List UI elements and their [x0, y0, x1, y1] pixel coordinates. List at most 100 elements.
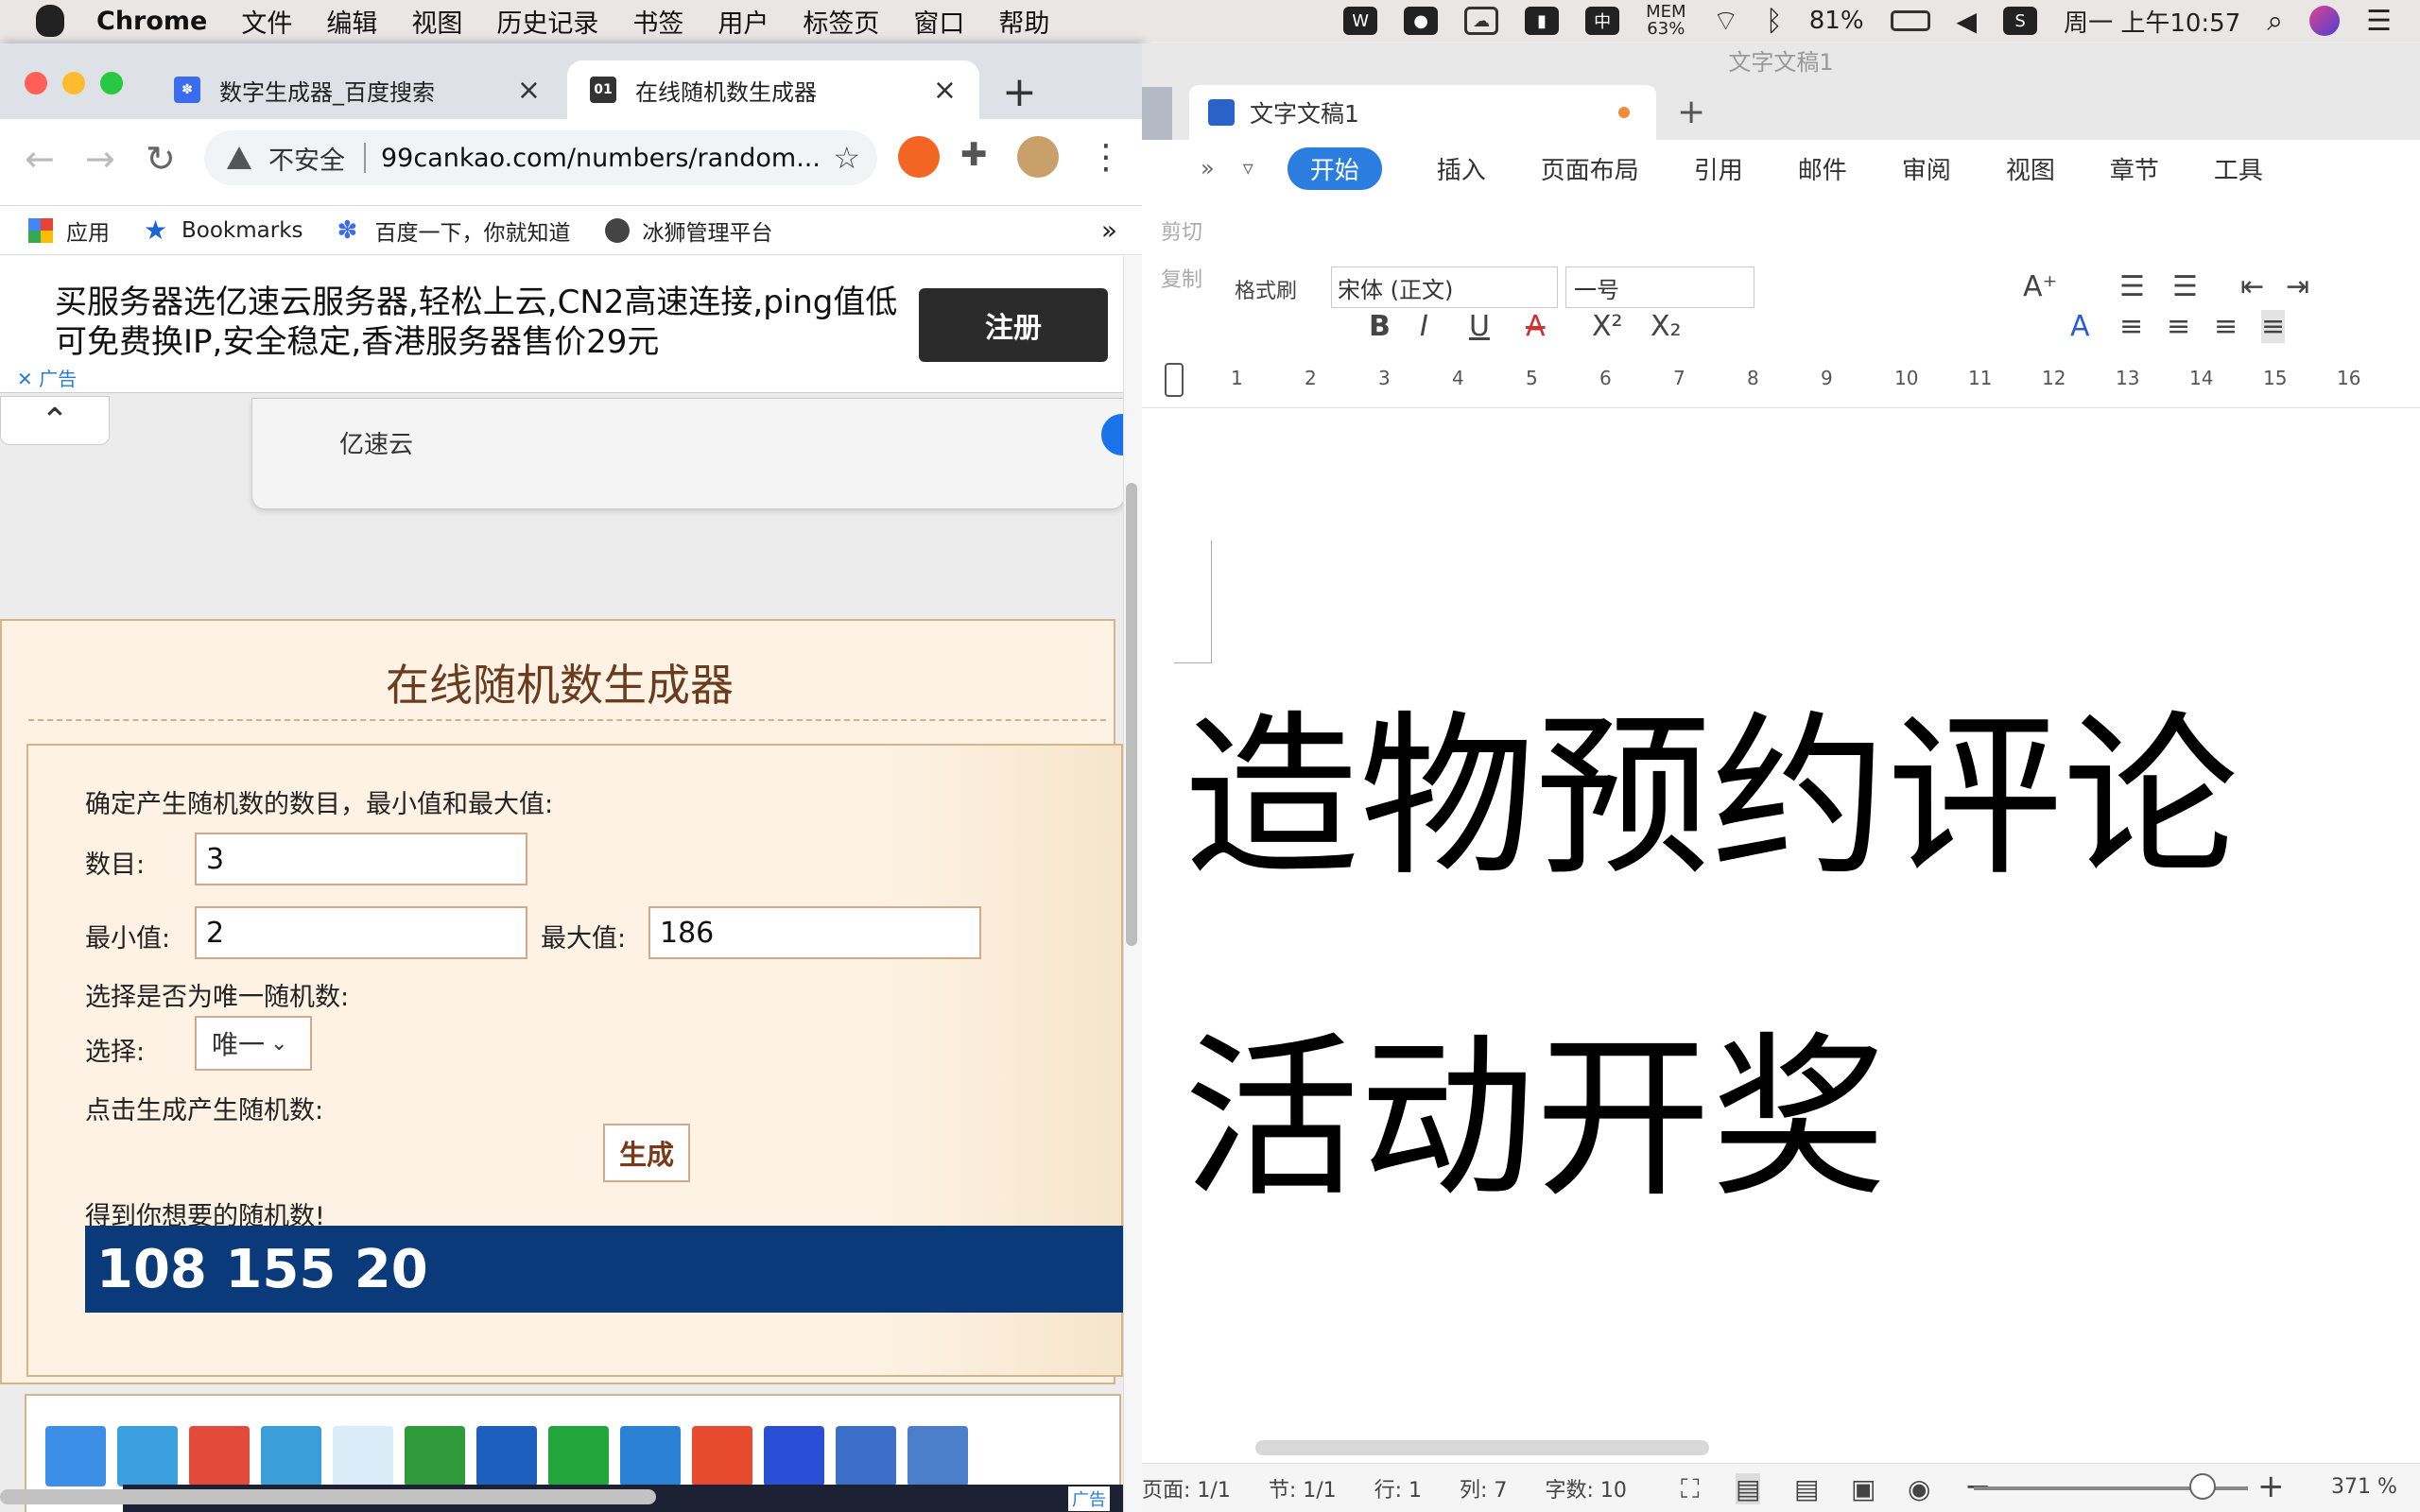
bold-icon[interactable]: B: [1369, 310, 1391, 343]
zoom-slider-knob[interactable]: [2189, 1473, 2216, 1500]
bottom-ad-label[interactable]: 广告: [1068, 1486, 1110, 1511]
sponsor-card[interactable]: 亿速云: [251, 398, 1125, 509]
decrease-indent-icon[interactable]: ⇤: [2240, 270, 2264, 303]
volume-icon[interactable]: ◀: [1957, 6, 1978, 37]
web-view-icon[interactable]: ▣: [1851, 1473, 1876, 1504]
indent-marker-icon[interactable]: [1165, 363, 1184, 397]
font-size-select[interactable]: 一号: [1565, 266, 1754, 308]
bullet-list-icon[interactable]: ☰: [2119, 270, 2145, 303]
zoom-in-icon[interactable]: +: [2257, 1468, 2285, 1505]
tab-baidu-search[interactable]: ✽ 数字生成器_百度搜索 ×: [151, 60, 563, 119]
horizontal-scroll-thumb[interactable]: [0, 1489, 656, 1504]
ribbon-tab-tools[interactable]: 工具: [2214, 151, 2273, 186]
font-family-select[interactable]: 宋体 (正文): [1331, 266, 1558, 308]
minimize-window-button[interactable]: [62, 72, 85, 94]
share-print-icon[interactable]: [908, 1426, 968, 1486]
bookmark-star-icon[interactable]: ☆: [833, 140, 860, 176]
align-left-icon[interactable]: ≡: [2119, 310, 2143, 343]
ad-register-button[interactable]: 注册: [919, 288, 1108, 362]
notification-center-icon[interactable]: ☰: [2366, 5, 2392, 38]
share-tieba-icon[interactable]: [836, 1426, 896, 1486]
apple-icon[interactable]: [36, 5, 64, 37]
ribbon-tab-chapter[interactable]: 章节: [2110, 151, 2159, 186]
align-center-icon[interactable]: ≡: [2167, 310, 2190, 343]
menu-window[interactable]: 窗口: [913, 3, 964, 40]
outline-view-icon[interactable]: ▤: [1794, 1473, 1819, 1504]
ribbon-tab-review[interactable]: 审阅: [1902, 151, 1951, 186]
copy-button[interactable]: 复制: [1161, 263, 1202, 293]
memory-indicator[interactable]: MEM 63%: [1646, 4, 1685, 38]
generate-button[interactable]: 生成: [603, 1124, 690, 1182]
close-window-button[interactable]: [25, 72, 47, 94]
battery-icon[interactable]: [1890, 10, 1930, 31]
new-doc-plus-icon[interactable]: +: [1677, 93, 1705, 131]
reload-icon[interactable]: ↻: [146, 138, 176, 180]
status-page[interactable]: 页面: 1/1: [1142, 1473, 1231, 1503]
address-bar[interactable]: 不安全 99cankao.com/numbers/random... ☆: [204, 130, 877, 185]
menu-edit[interactable]: 编辑: [326, 3, 377, 40]
page-view-icon[interactable]: ▤: [1736, 1473, 1761, 1504]
forward-arrow-icon[interactable]: →: [85, 138, 115, 180]
bookmark-binshi[interactable]: 冰狮管理平台: [604, 215, 773, 247]
horizontal-ruler[interactable]: 1 2 3 4 5 6 7 8 9 10 11 12 13 14 15 16: [1142, 352, 2420, 408]
security-label[interactable]: 不安全: [268, 140, 345, 177]
mic-tray-icon[interactable]: ▮: [1525, 7, 1560, 35]
ad-label[interactable]: ✕ 广告: [17, 364, 77, 391]
share-weibo-icon[interactable]: [189, 1426, 250, 1486]
eye-protection-icon[interactable]: ◉: [1908, 1473, 1930, 1504]
ribbon-tab-home[interactable]: 开始: [1287, 146, 1382, 190]
unique-select[interactable]: 唯一 ⌄: [195, 1016, 312, 1071]
wechat-tray-icon[interactable]: ●: [1404, 7, 1439, 35]
count-input[interactable]: 3: [195, 833, 527, 885]
share-renren-icon[interactable]: [476, 1426, 537, 1486]
share-clover-icon[interactable]: [405, 1426, 465, 1486]
status-col[interactable]: 列: 7: [1460, 1473, 1507, 1503]
wps-horizontal-scroll-thumb[interactable]: [1255, 1440, 1709, 1455]
document-text-line-2[interactable]: 活动开奖: [1184, 975, 1887, 1230]
wps-tray-icon[interactable]: W: [1343, 7, 1378, 35]
tab-random-generator[interactable]: 01 在线随机数生成器 ×: [567, 60, 979, 119]
close-tab-icon[interactable]: ×: [933, 74, 957, 107]
ribbon-tab-mail[interactable]: 邮件: [1798, 151, 1847, 186]
quick-access-dropdown-icon[interactable]: ▿: [1243, 157, 1253, 180]
share-plus-icon[interactable]: [45, 1426, 106, 1486]
wps-home-strip[interactable]: [1142, 87, 1172, 140]
profile-avatar[interactable]: [1017, 136, 1059, 178]
max-input[interactable]: 186: [648, 906, 981, 959]
fit-page-icon[interactable]: ⛶: [1681, 1473, 1700, 1505]
menu-history[interactable]: 历史记录: [496, 3, 598, 40]
warning-triangle-icon[interactable]: [227, 146, 251, 169]
cut-button[interactable]: 剪切: [1161, 215, 1202, 246]
align-right-icon[interactable]: ≡: [2214, 310, 2238, 343]
zoom-window-button[interactable]: [100, 72, 123, 94]
puzzle-extensions-icon[interactable]: ✚: [960, 136, 1002, 178]
collapse-chevron-up-icon[interactable]: ⌃: [0, 396, 110, 445]
ribbon-tab-view[interactable]: 视图: [2006, 151, 2055, 186]
font-color-icon[interactable]: A: [2070, 310, 2090, 343]
cloud-tray-icon[interactable]: ☁: [1464, 7, 1499, 35]
clock[interactable]: 周一 上午10:57: [2064, 4, 2240, 39]
bookmark-apps[interactable]: 应用: [28, 215, 110, 247]
extension-orange-icon[interactable]: [898, 136, 940, 178]
status-section[interactable]: 节: 1/1: [1269, 1473, 1337, 1503]
new-tab-plus-icon[interactable]: +: [1002, 68, 1037, 116]
expand-chevron-icon[interactable]: »: [1201, 155, 1215, 181]
document-canvas[interactable]: 造物预约评论 活动开奖: [1142, 408, 2420, 1444]
share-one-icon[interactable]: [620, 1426, 681, 1486]
menu-help[interactable]: 帮助: [998, 3, 1049, 40]
status-words[interactable]: 字数: 10: [1545, 1473, 1626, 1503]
share-star-icon[interactable]: [692, 1426, 752, 1486]
superscript-icon[interactable]: X²: [1592, 310, 1623, 343]
share-tencent-weibo-icon[interactable]: [261, 1426, 321, 1486]
share-wechat-icon[interactable]: [548, 1426, 609, 1486]
bluetooth-icon[interactable]: ᛒ: [1766, 5, 1783, 38]
back-arrow-icon[interactable]: ←: [25, 138, 55, 180]
bookmarks-overflow-icon[interactable]: »: [1101, 215, 1117, 246]
result-output[interactable]: 108 155 20: [85, 1226, 1125, 1313]
share-qq-icon[interactable]: [333, 1426, 393, 1486]
kebab-menu-icon[interactable]: ⋮: [1089, 138, 1123, 177]
share-baidu-icon[interactable]: [764, 1426, 824, 1486]
menu-user[interactable]: 用户: [717, 3, 769, 40]
menu-app-name[interactable]: Chrome: [96, 7, 207, 36]
italic-icon[interactable]: I: [1420, 310, 1428, 343]
